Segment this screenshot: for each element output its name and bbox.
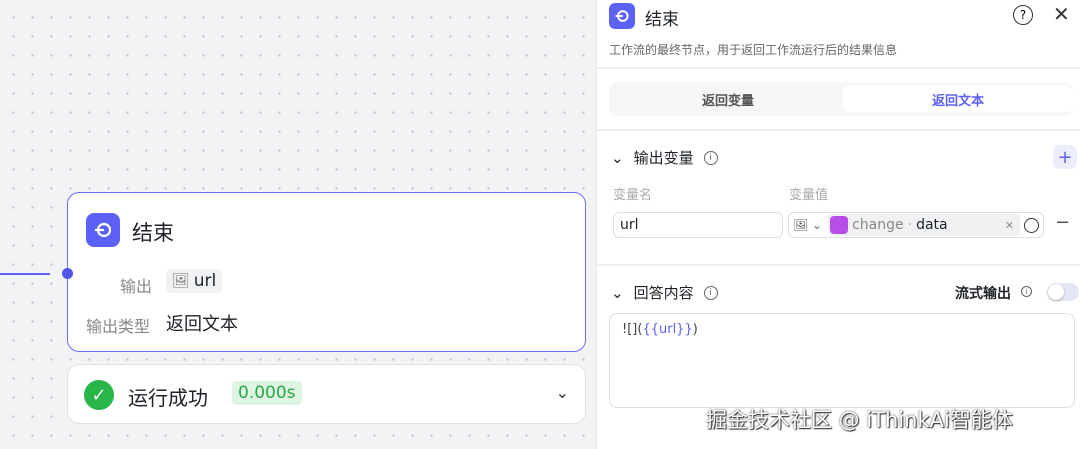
node-title: 结束	[132, 221, 174, 245]
close-icon[interactable]: ✕	[1053, 2, 1070, 26]
node-ref-icon	[830, 216, 849, 234]
clear-icon[interactable]: ✕	[1005, 219, 1014, 232]
tab-return-variable[interactable]: 返回变量	[613, 86, 843, 112]
run-time-badge: 0.000s	[232, 381, 302, 405]
return-mode-tabs: 返回变量 返回文本	[609, 82, 1073, 116]
add-variable-button[interactable]: +	[1053, 145, 1077, 169]
help-icon[interactable]: ?	[1013, 5, 1033, 25]
end-node-icon	[86, 213, 120, 247]
answer-content-editor[interactable]: ![]({{url}})	[609, 313, 1075, 408]
status-text: 运行成功	[128, 386, 208, 410]
name-column-label: 变量名	[613, 188, 653, 203]
type-label: 输出类型	[86, 317, 151, 336]
collapse-icon[interactable]: ⌄	[611, 284, 624, 302]
end-node-icon	[609, 3, 635, 29]
value-column-label: 变量值	[789, 188, 829, 203]
info-icon: i	[1021, 286, 1032, 297]
check-icon: ✓	[84, 380, 114, 410]
target-icon[interactable]	[1024, 217, 1039, 233]
variable-value-selector[interactable]: 🖼 ⌄ change · data ✕	[788, 212, 1044, 238]
image-icon: 🖼	[172, 273, 190, 289]
section-title: 输出变量	[633, 149, 694, 167]
run-status[interactable]: ✓ 运行成功 0.000s ⌄	[67, 364, 586, 424]
stream-output-toggle[interactable]	[1047, 283, 1079, 301]
node-config-panel: 结束 ? ✕ 工作流的最终节点，用于返回工作流运行后的结果信息 返回变量 返回文…	[596, 0, 1080, 449]
end-node[interactable]: 结束 输出 🖼 url 输出类型 返回文本	[67, 192, 586, 352]
output-chip: 🖼 url	[166, 269, 223, 293]
image-type-icon[interactable]: 🖼 ⌄	[793, 218, 822, 232]
section-title: 回答内容	[633, 284, 694, 302]
variable-name-input[interactable]: url	[613, 212, 783, 238]
connection-edge	[0, 273, 50, 275]
watermark: 掘金技术社区 @ iThinkAi智能体	[706, 408, 1013, 432]
tab-return-text[interactable]: 返回文本	[843, 86, 1073, 112]
info-icon: i	[703, 285, 718, 300]
remove-variable-button[interactable]: −	[1055, 212, 1070, 233]
stream-output-label: 流式输出	[955, 286, 1011, 302]
chevron-down-icon[interactable]: ⌄	[556, 383, 569, 402]
type-value: 返回文本	[166, 314, 238, 335]
input-port[interactable]	[62, 268, 73, 279]
info-icon: i	[703, 150, 718, 165]
panel-title: 结束	[645, 10, 679, 30]
output-label: 输出	[120, 277, 153, 296]
collapse-icon[interactable]: ⌄	[611, 149, 624, 167]
panel-description: 工作流的最终节点，用于返回工作流运行后的结果信息	[609, 43, 898, 57]
